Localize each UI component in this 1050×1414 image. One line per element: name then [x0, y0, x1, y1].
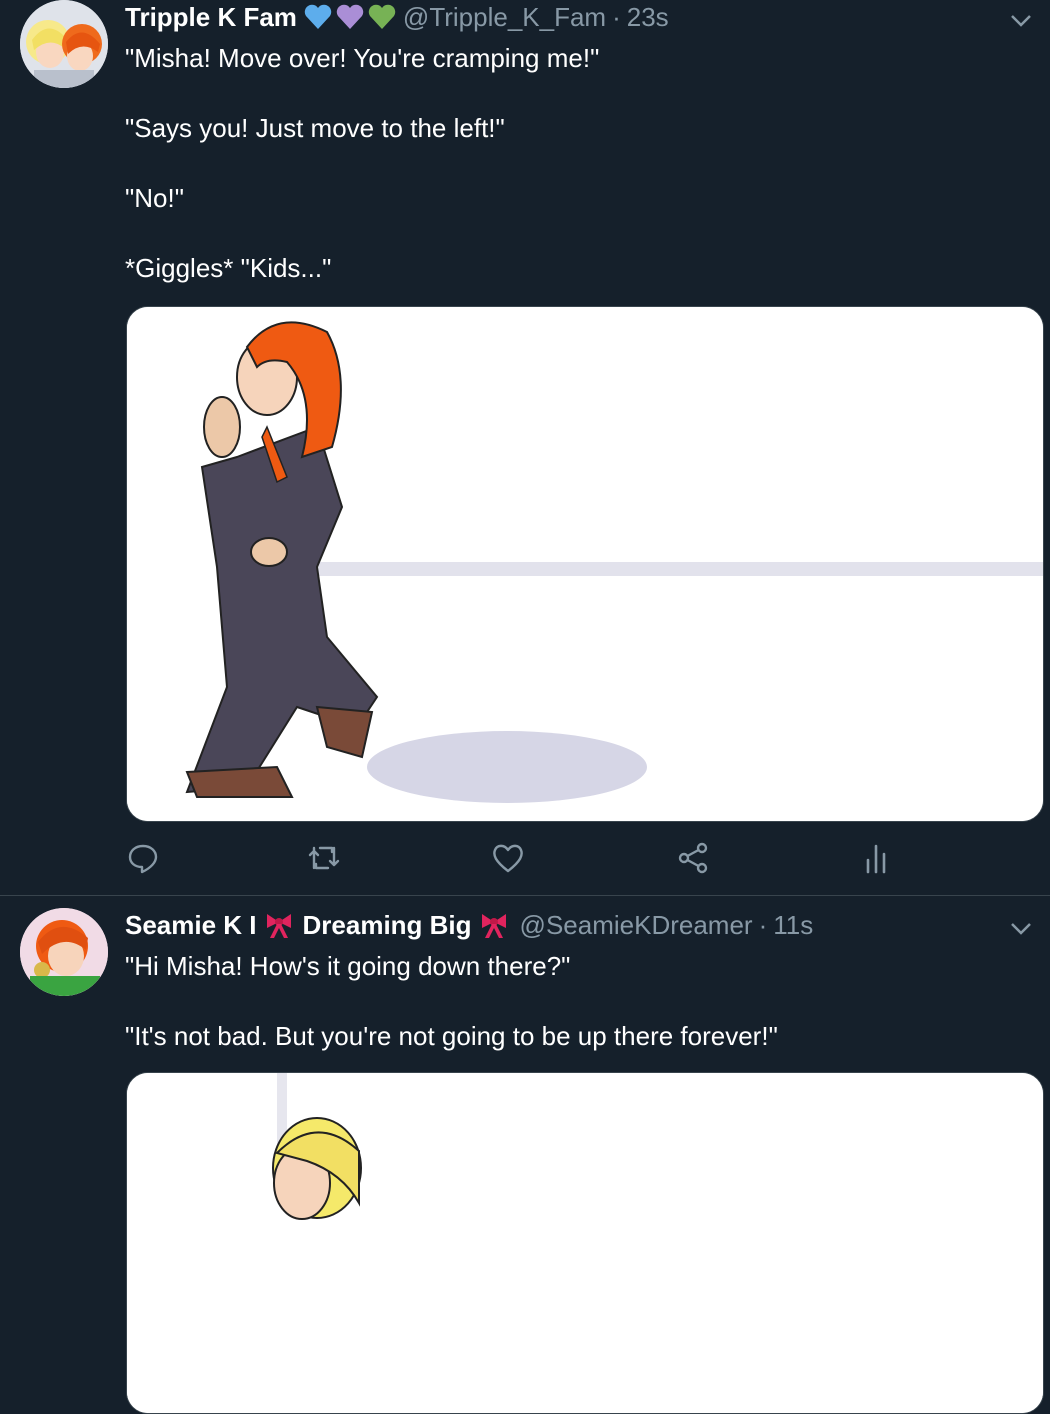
tweet[interactable]: Seamie K I Dreaming Big @SeamieKDreamer …	[0, 896, 1050, 1414]
tweet-media-image[interactable]	[126, 306, 1044, 822]
tweet-header: Seamie K I Dreaming Big @SeamieKDreamer …	[125, 908, 1000, 942]
tweet-line: "It's not bad. But you're not going to b…	[125, 1021, 778, 1051]
author-handle[interactable]: @SeamieKDreamer	[520, 910, 753, 941]
tweet-media-image[interactable]	[126, 1072, 1044, 1414]
tweet-line: "No!"	[125, 183, 184, 213]
ribbon-icon	[478, 910, 510, 940]
retweet-icon[interactable]	[306, 838, 342, 878]
tweet-actions	[125, 838, 905, 878]
tweet-line: "Misha! Move over! You're cramping me!"	[125, 43, 600, 73]
reply-icon[interactable]	[125, 838, 161, 878]
blue-heart-icon	[303, 3, 333, 31]
avatar[interactable]	[20, 0, 108, 88]
tweet[interactable]: Tripple K Fam @Tripple_K_Fam · 23s "Mish…	[0, 0, 1050, 896]
like-icon[interactable]	[490, 838, 526, 878]
timestamp[interactable]: 23s	[627, 2, 669, 33]
chevron-down-icon[interactable]	[1006, 914, 1036, 944]
author-name[interactable]: Seamie K I	[125, 910, 257, 941]
share-icon[interactable]	[675, 838, 711, 878]
separator-dot: ·	[758, 909, 768, 940]
tweet-line: "Hi Misha! How's it going down there?"	[125, 951, 571, 981]
separator-dot: ·	[612, 1, 621, 32]
avatar[interactable]	[20, 908, 108, 996]
author-handle[interactable]: @Tripple_K_Fam	[403, 2, 606, 33]
purple-heart-icon	[335, 3, 365, 31]
chevron-down-icon[interactable]	[1006, 6, 1036, 36]
timestamp[interactable]: 11s	[773, 910, 813, 941]
author-name[interactable]: Tripple K Fam	[125, 2, 297, 33]
analytics-icon[interactable]	[858, 838, 894, 878]
green-heart-icon	[367, 3, 397, 31]
tweet-line: "Says you! Just move to the left!"	[125, 113, 505, 143]
author-name-suffix[interactable]: Dreaming Big	[303, 910, 472, 941]
tweet-header: Tripple K Fam @Tripple_K_Fam · 23s	[125, 0, 1000, 34]
ribbon-icon	[263, 910, 295, 940]
tweet-line: *Giggles* "Kids..."	[125, 253, 332, 283]
